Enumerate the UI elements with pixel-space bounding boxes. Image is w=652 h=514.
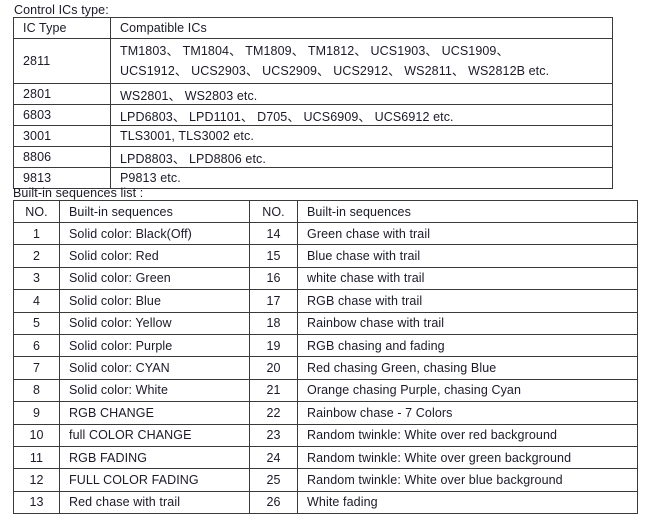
sequence-no-left: 1 [13, 221, 60, 246]
sequence-name-right: Random twinkle: White over red backgroun… [297, 423, 638, 447]
column-header-sequences-right: Built-in sequences [297, 200, 638, 223]
sequence-no-right: 22 [249, 401, 298, 425]
column-header-no-right: NO. [249, 200, 298, 223]
table-row: 2 Solid color: Red 15 Blue chase with tr… [13, 244, 638, 268]
sequence-no-left: 12 [13, 468, 60, 492]
compatible-ics-line: TM1803、 TM1804、 TM1809、 TM1812、 UCS1903、… [120, 44, 510, 58]
sequence-name-left: Solid color: CYAN [59, 356, 250, 380]
ic-types-caption: Control ICs type: [14, 3, 109, 17]
sequence-name-left: Solid color: Yellow [59, 311, 250, 335]
document-page: Control ICs type: IC Type Compatible ICs… [0, 0, 652, 514]
column-header-ic-type: IC Type [13, 17, 111, 39]
sequence-no-left: 8 [13, 378, 60, 403]
sequence-name-right: RGB chasing and fading [297, 333, 638, 358]
sequence-name-right: White fading [297, 490, 638, 514]
ic-type-value: 8806 [13, 146, 111, 168]
sequence-no-left: 6 [13, 333, 60, 358]
table-row: 9 RGB CHANGE 22 Rainbow chase - 7 Colors [13, 401, 638, 425]
sequence-name-left: Solid color: Black(Off) [59, 221, 250, 246]
sequence-no-right: 14 [249, 221, 298, 246]
ic-type-value: 2811 [13, 38, 111, 84]
sequence-no-right: 23 [249, 423, 298, 447]
sequence-no-left: 11 [13, 445, 60, 470]
table-row: 4 Solid color: Blue 17 RGB chase with tr… [13, 289, 638, 313]
sequence-no-right: 26 [249, 490, 298, 514]
sequence-no-left: 2 [13, 244, 60, 268]
table-row: 11 RGB FADING 24 Random twinkle: White o… [13, 445, 638, 470]
built-in-sequences-table: NO. Built-in sequences NO. Built-in sequ… [13, 200, 638, 514]
sequence-no-right: 18 [249, 311, 298, 335]
table-row: 2801 WS2801、 WS2803 etc. [13, 83, 613, 105]
compatible-ics-value: TLS3001, TLS3002 etc. [110, 125, 613, 147]
table-row: 3001 TLS3001, TLS3002 etc. [13, 125, 613, 147]
table-row: 8806 LPD8803、 LPD8806 etc. [13, 146, 613, 168]
table-row: 6803 LPD6803、 LPD1101、 D705、 UCS6909、 UC… [13, 104, 613, 126]
table-row: 5 Solid color: Yellow 18 Rainbow chase w… [13, 311, 638, 335]
table-header-row: NO. Built-in sequences NO. Built-in sequ… [13, 200, 638, 223]
sequence-no-right: 25 [249, 468, 298, 492]
sequence-no-right: 15 [249, 244, 298, 268]
ic-type-value: 3001 [13, 125, 111, 147]
sequence-name-right: Rainbow chase with trail [297, 311, 638, 335]
sequence-name-right: Red chasing Green, chasing Blue [297, 356, 638, 380]
sequence-name-left: FULL COLOR FADING [59, 468, 250, 492]
sequence-name-left: RGB CHANGE [59, 401, 250, 425]
sequence-name-right: white chase with trail [297, 266, 638, 291]
sequence-no-left: 13 [13, 490, 60, 514]
sequence-no-right: 20 [249, 356, 298, 380]
sequence-no-right: 21 [249, 378, 298, 403]
sequences-list-caption: Built-in sequences list : [13, 186, 144, 200]
table-row: 1 Solid color: Black(Off) 14 Green chase… [13, 221, 638, 246]
sequence-name-right: Random twinkle: White over blue backgrou… [297, 468, 638, 492]
sequence-name-right: Green chase with trail [297, 221, 638, 246]
sequence-name-right: Random twinkle: White over green backgro… [297, 445, 638, 470]
sequence-name-left: Solid color: Purple [59, 333, 250, 358]
sequence-no-right: 19 [249, 333, 298, 358]
sequence-no-left: 5 [13, 311, 60, 335]
sequence-no-right: 17 [249, 289, 298, 313]
column-header-no-left: NO. [13, 200, 60, 223]
sequence-name-left: Solid color: Blue [59, 289, 250, 313]
sequence-name-left: Solid color: Red [59, 244, 250, 268]
sequence-no-right: 24 [249, 445, 298, 470]
sequence-no-left: 3 [13, 266, 60, 291]
sequence-no-left: 9 [13, 401, 60, 425]
sequence-name-right: Orange chasing Purple, chasing Cyan [297, 378, 638, 403]
sequence-name-right: RGB chase with trail [297, 289, 638, 313]
control-ic-types-table: IC Type Compatible ICs 2811 TM1803、 TM18… [13, 17, 613, 189]
compatible-ics-value: LPD6803、 LPD1101、 D705、 UCS6909、 UCS6912… [110, 104, 613, 126]
compatible-ics-value: LPD8803、 LPD8806 etc. [110, 146, 613, 168]
column-header-compatible-ics: Compatible ICs [110, 17, 613, 39]
ic-type-value: 2801 [13, 83, 111, 105]
table-row: 6 Solid color: Purple 19 RGB chasing and… [13, 333, 638, 358]
table-row: 2811 TM1803、 TM1804、 TM1809、 TM1812、 UCS… [13, 38, 613, 84]
sequence-no-left: 7 [13, 356, 60, 380]
sequence-name-left: full COLOR CHANGE [59, 423, 250, 447]
table-header-row: IC Type Compatible ICs [13, 17, 613, 39]
sequence-name-left: Solid color: White [59, 378, 250, 403]
sequence-no-left: 4 [13, 289, 60, 313]
sequence-name-left: Red chase with trail [59, 490, 250, 514]
table-row: 8 Solid color: White 21 Orange chasing P… [13, 378, 638, 403]
column-header-sequences-left: Built-in sequences [59, 200, 250, 223]
compatible-ics-value: WS2801、 WS2803 etc. [110, 83, 613, 105]
table-row: 3 Solid color: Green 16 white chase with… [13, 266, 638, 291]
ic-type-value: 6803 [13, 104, 111, 126]
compatible-ics-value: P9813 etc. [110, 167, 613, 189]
table-row: 12 FULL COLOR FADING 25 Random twinkle: … [13, 468, 638, 492]
compatible-ics-line: UCS1912、 UCS2903、 UCS2909、 UCS2912、 WS28… [120, 64, 550, 78]
table-row: 10 full COLOR CHANGE 23 Random twinkle: … [13, 423, 638, 447]
sequence-no-left: 10 [13, 423, 60, 447]
table-row: 13 Red chase with trail 26 White fading [13, 490, 638, 514]
compatible-ics-value: TM1803、 TM1804、 TM1809、 TM1812、 UCS1903、… [110, 38, 613, 84]
sequence-name-left: Solid color: Green [59, 266, 250, 291]
sequence-name-right: Rainbow chase - 7 Colors [297, 401, 638, 425]
sequence-name-left: RGB FADING [59, 445, 250, 470]
sequence-name-right: Blue chase with trail [297, 244, 638, 268]
table-row: 7 Solid color: CYAN 20 Red chasing Green… [13, 356, 638, 380]
sequence-no-right: 16 [249, 266, 298, 291]
